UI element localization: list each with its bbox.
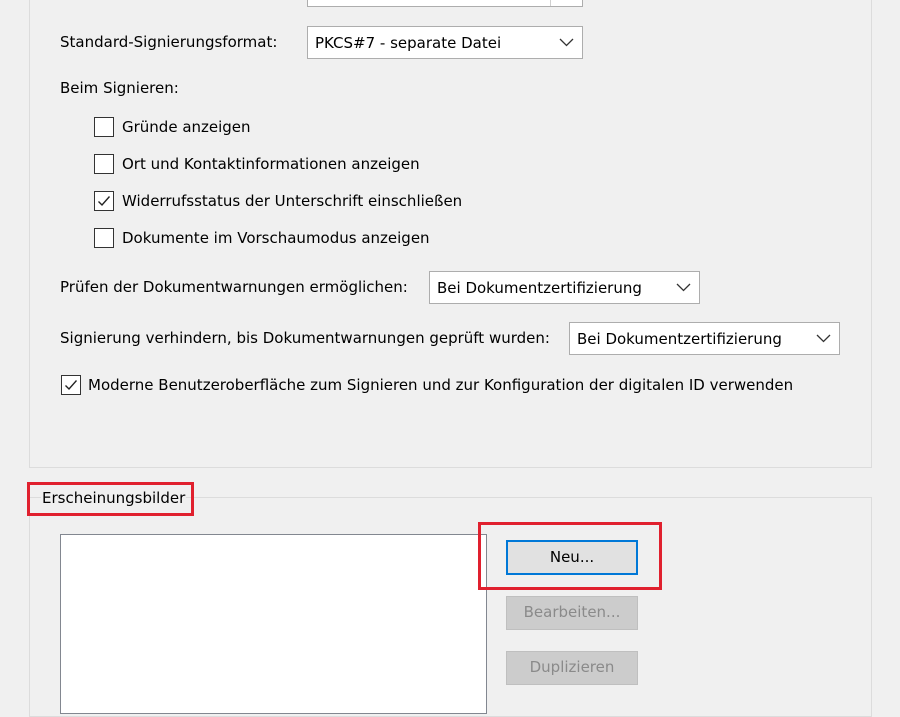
modern-ui-label: Moderne Benutzeroberfläche zum Signieren… xyxy=(88,376,794,394)
checkbox[interactable] xyxy=(61,375,81,395)
appearances-list[interactable] xyxy=(60,534,487,714)
chevron-down-icon xyxy=(550,0,582,6)
edit-appearance-button[interactable]: Bearbeiten... xyxy=(506,596,638,630)
check-warnings-label: Prüfen der Dokumentwarnungen ermöglichen… xyxy=(60,278,408,296)
chevron-down-icon xyxy=(551,27,582,58)
check-warnings-select[interactable]: Bei Dokumentzertifizierung xyxy=(429,271,700,304)
checkbox[interactable] xyxy=(94,228,114,248)
signing-format-value: PKCS#7 - separate Datei xyxy=(315,34,502,52)
chevron-down-icon xyxy=(808,323,839,354)
signing-format-label: Standard-Signierungsformat: xyxy=(60,33,278,51)
checkmark-icon xyxy=(65,380,78,391)
when-signing-label: Beim Signieren: xyxy=(60,79,179,97)
option-label: Ort und Kontaktinformationen anzeigen xyxy=(122,155,420,173)
option-label: Gründe anzeigen xyxy=(122,118,251,136)
top-partial-combo[interactable] xyxy=(307,0,583,7)
option-label: Dokumente im Vorschaumodus anzeigen xyxy=(122,229,430,247)
prevent-signing-select[interactable]: Bei Dokumentzertifizierung xyxy=(569,322,840,355)
checkbox[interactable] xyxy=(94,191,114,211)
duplicate-appearance-button[interactable]: Duplizieren xyxy=(506,651,638,685)
chevron-down-icon xyxy=(668,272,699,303)
new-button-highlight xyxy=(478,522,662,590)
appearances-label-highlight xyxy=(27,482,194,516)
prevent-signing-value: Bei Dokumentzertifizierung xyxy=(577,330,782,348)
checkbox[interactable] xyxy=(94,117,114,137)
option-label: Widerrufsstatus der Unterschrift einschl… xyxy=(122,192,463,210)
checkbox[interactable] xyxy=(94,154,114,174)
prevent-signing-label: Signierung verhindern, bis Dokumentwarnu… xyxy=(60,329,550,347)
signing-format-select[interactable]: PKCS#7 - separate Datei xyxy=(307,26,583,59)
check-warnings-value: Bei Dokumentzertifizierung xyxy=(437,279,642,297)
checkmark-icon xyxy=(98,196,111,207)
